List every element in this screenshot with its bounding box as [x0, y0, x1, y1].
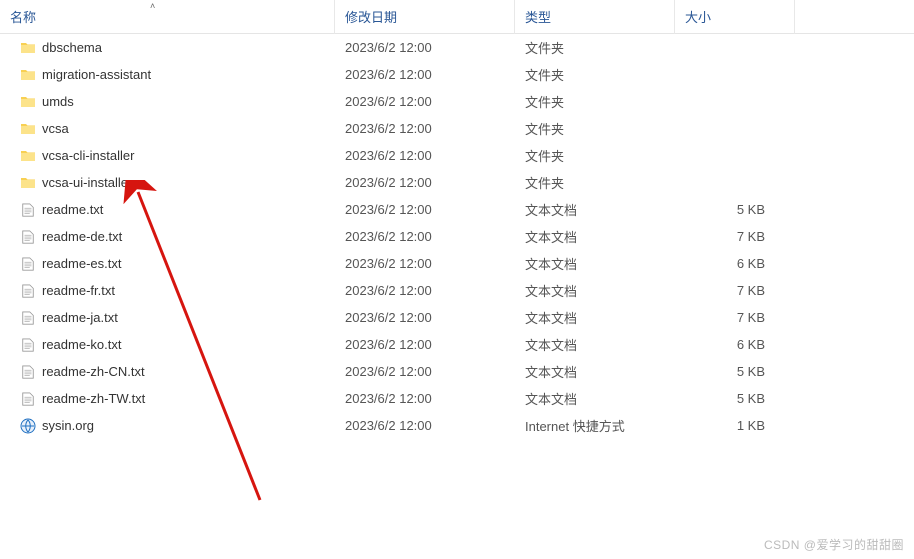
folder-icon [20, 175, 36, 191]
file-size: 6 KB [675, 256, 795, 271]
column-name-label: 名称 [10, 7, 36, 26]
file-date: 2023/6/2 12:00 [335, 310, 515, 325]
file-type: 文本文档 [515, 308, 675, 327]
file-row[interactable]: readme-de.txt 2023/6/2 12:00文本文档7 KB [0, 223, 914, 250]
column-header-date[interactable]: 修改日期 [335, 0, 515, 34]
file-type: 文本文档 [515, 254, 675, 273]
file-type: 文件夹 [515, 146, 675, 165]
file-name: readme-es.txt [42, 256, 121, 271]
file-date: 2023/6/2 12:00 [335, 418, 515, 433]
sort-arrow-icon: ˄ [150, 1, 155, 11]
folder-icon [20, 94, 36, 110]
folder-icon [20, 148, 36, 164]
file-name: migration-assistant [42, 67, 151, 82]
file-size: 7 KB [675, 229, 795, 244]
file-name: sysin.org [42, 418, 94, 433]
file-row[interactable]: vcsa-ui-installer 2023/6/2 12:00文件夹 [0, 169, 914, 196]
file-row[interactable]: readme-zh-TW.txt 2023/6/2 12:00文本文档5 KB [0, 385, 914, 412]
file-type: 文件夹 [515, 119, 675, 138]
file-name: vcsa-ui-installer [42, 175, 132, 190]
file-name: readme-zh-TW.txt [42, 391, 145, 406]
file-icon [20, 229, 36, 245]
file-name: vcsa [42, 121, 69, 136]
file-size: 7 KB [675, 283, 795, 298]
column-header-size[interactable]: 大小 [675, 0, 795, 34]
file-row[interactable]: vcsa-cli-installer 2023/6/2 12:00文件夹 [0, 142, 914, 169]
file-row[interactable]: readme-zh-CN.txt 2023/6/2 12:00文本文档5 KB [0, 358, 914, 385]
file-date: 2023/6/2 12:00 [335, 364, 515, 379]
file-type: 文本文档 [515, 389, 675, 408]
file-date: 2023/6/2 12:00 [335, 67, 515, 82]
file-size: 5 KB [675, 391, 795, 406]
file-date: 2023/6/2 12:00 [335, 175, 515, 190]
column-header-type[interactable]: 类型 [515, 0, 675, 34]
file-type: 文件夹 [515, 173, 675, 192]
file-row[interactable]: readme-fr.txt 2023/6/2 12:00文本文档7 KB [0, 277, 914, 304]
file-row[interactable]: umds 2023/6/2 12:00文件夹 [0, 88, 914, 115]
file-name: vcsa-cli-installer [42, 148, 134, 163]
file-type: 文件夹 [515, 92, 675, 111]
file-type: 文件夹 [515, 38, 675, 57]
file-date: 2023/6/2 12:00 [335, 40, 515, 55]
link-icon [20, 418, 36, 434]
column-type-label: 类型 [525, 7, 551, 26]
file-type: Internet 快捷方式 [515, 416, 675, 435]
file-date: 2023/6/2 12:00 [335, 148, 515, 163]
file-name: readme-ko.txt [42, 337, 121, 352]
column-header-name[interactable]: 名称 ˄ [0, 0, 335, 34]
file-name: readme-zh-CN.txt [42, 364, 145, 379]
file-type: 文本文档 [515, 362, 675, 381]
column-header-row: 名称 ˄ 修改日期 类型 大小 [0, 0, 914, 34]
file-name: dbschema [42, 40, 102, 55]
folder-icon [20, 40, 36, 56]
file-name: readme-de.txt [42, 229, 122, 244]
file-row[interactable]: sysin.org 2023/6/2 12:00Internet 快捷方式1 KB [0, 412, 914, 439]
file-date: 2023/6/2 12:00 [335, 229, 515, 244]
file-row[interactable]: readme.txt 2023/6/2 12:00文本文档5 KB [0, 196, 914, 223]
file-icon [20, 256, 36, 272]
file-icon [20, 391, 36, 407]
file-size: 1 KB [675, 418, 795, 433]
file-date: 2023/6/2 12:00 [335, 283, 515, 298]
column-date-label: 修改日期 [345, 7, 397, 26]
file-row[interactable]: readme-ja.txt 2023/6/2 12:00文本文档7 KB [0, 304, 914, 331]
file-row[interactable]: readme-es.txt 2023/6/2 12:00文本文档6 KB [0, 250, 914, 277]
file-type: 文本文档 [515, 227, 675, 246]
file-row[interactable]: vcsa 2023/6/2 12:00文件夹 [0, 115, 914, 142]
file-name: umds [42, 94, 74, 109]
file-name: readme-ja.txt [42, 310, 118, 325]
file-icon [20, 337, 36, 353]
file-row[interactable]: readme-ko.txt 2023/6/2 12:00文本文档6 KB [0, 331, 914, 358]
file-date: 2023/6/2 12:00 [335, 391, 515, 406]
folder-icon [20, 67, 36, 83]
file-list: dbschema2023/6/2 12:00文件夹migration-assis… [0, 34, 914, 439]
file-date: 2023/6/2 12:00 [335, 256, 515, 271]
file-date: 2023/6/2 12:00 [335, 337, 515, 352]
file-row[interactable]: migration-assistant 2023/6/2 12:00文件夹 [0, 61, 914, 88]
file-name: readme.txt [42, 202, 103, 217]
file-name: readme-fr.txt [42, 283, 115, 298]
file-icon [20, 364, 36, 380]
file-date: 2023/6/2 12:00 [335, 94, 515, 109]
file-icon [20, 283, 36, 299]
file-size: 5 KB [675, 364, 795, 379]
column-size-label: 大小 [685, 7, 711, 26]
file-icon [20, 310, 36, 326]
file-type: 文本文档 [515, 200, 675, 219]
watermark-text: CSDN @爱学习的甜甜圈 [764, 536, 904, 553]
file-size: 5 KB [675, 202, 795, 217]
file-date: 2023/6/2 12:00 [335, 121, 515, 136]
file-type: 文件夹 [515, 65, 675, 84]
file-size: 6 KB [675, 337, 795, 352]
file-date: 2023/6/2 12:00 [335, 202, 515, 217]
file-row[interactable]: dbschema 2023/6/2 12:00文件夹 [0, 34, 914, 61]
file-size: 7 KB [675, 310, 795, 325]
folder-icon [20, 121, 36, 137]
file-icon [20, 202, 36, 218]
file-type: 文本文档 [515, 281, 675, 300]
file-type: 文本文档 [515, 335, 675, 354]
